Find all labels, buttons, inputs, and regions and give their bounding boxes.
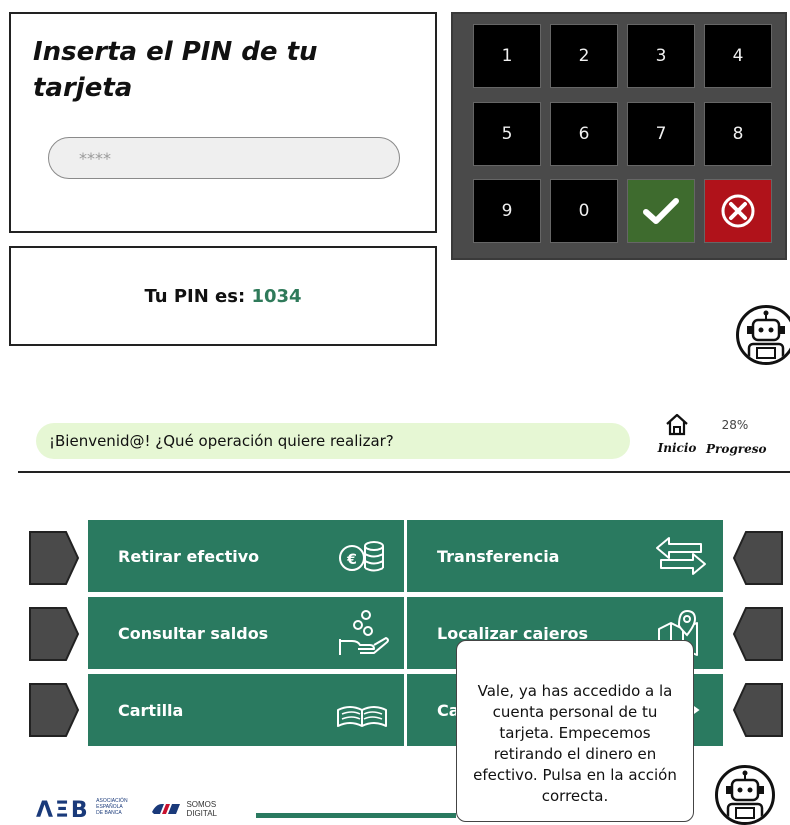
svg-text:€: € [346, 552, 357, 568]
key-5[interactable]: 5 [473, 102, 541, 166]
operation-transferencia[interactable]: Transferencia [407, 520, 723, 592]
header-divider [18, 471, 790, 473]
somos-label: SOMOS [186, 800, 217, 809]
somos-digital-logo: SOMOS DIGITAL [150, 800, 217, 818]
robot-assistant-avatar-bottom[interactable] [715, 765, 775, 825]
aeb-logo: ΛΞB ASOCIACIÓN ESPAÑOLA DE BANCA [36, 798, 128, 823]
home-label: Inicio [657, 441, 697, 455]
transfer-arrows-icon [656, 537, 706, 575]
side-button-left-1[interactable] [28, 530, 80, 586]
confirm-button[interactable] [627, 179, 695, 243]
pin-title: Inserta el PIN de tu tarjeta [33, 37, 318, 103]
side-button-right-2[interactable] [732, 606, 784, 662]
check-icon [643, 198, 679, 224]
footer-progress-bar [256, 813, 456, 818]
operation-label: Transferencia [437, 546, 560, 566]
operation-cartilla[interactable]: Cartilla [88, 674, 404, 746]
key-8[interactable]: 8 [704, 102, 772, 166]
key-4[interactable]: 4 [704, 24, 772, 88]
pin-info-panel: Tu PIN es: 1034 [9, 246, 437, 346]
side-button-left-2[interactable] [28, 606, 80, 662]
key-0[interactable]: 0 [550, 179, 618, 243]
key-9[interactable]: 9 [473, 179, 541, 243]
side-button-left-3[interactable] [28, 682, 80, 738]
operation-label: Consultar saldos [118, 623, 269, 643]
pin-info-value: 1034 [251, 286, 302, 307]
robot-icon [726, 770, 764, 822]
robot-icon [747, 310, 785, 362]
progress-value: 28% [721, 418, 749, 432]
welcome-message: ¡Bienvenid@! ¿Qué operación quiere reali… [36, 423, 630, 459]
aeb-logo-subtitle: ASOCIACIÓN ESPAÑOLA DE BANCA [96, 798, 127, 816]
home-button[interactable]: Inicio [656, 412, 698, 455]
cancel-button[interactable] [704, 179, 772, 243]
robot-assistant-avatar[interactable] [736, 305, 790, 365]
pin-keypad: 1 2 3 4 5 6 7 8 9 0 [451, 12, 787, 260]
aeb-logo-mark: ΛΞB [36, 798, 90, 823]
assistant-tooltip: Vale, ya has accedido a la cuenta person… [456, 640, 694, 822]
key-7[interactable]: 7 [627, 102, 695, 166]
pin-input[interactable] [48, 137, 400, 179]
pin-info-text: Tu PIN es: 1034 [11, 286, 435, 307]
cancel-icon [721, 194, 755, 228]
operation-label: Cartilla [118, 700, 184, 720]
somos-digital-text: SOMOS DIGITAL [186, 800, 217, 818]
operation-consultar-saldos[interactable]: Consultar saldos [88, 597, 404, 669]
progress-indicator: 28% Progreso [706, 418, 767, 456]
operation-label: Retirar efectivo [118, 546, 260, 566]
key-2[interactable]: 2 [550, 24, 618, 88]
somos-digital-mark [152, 804, 180, 814]
coins-euro-icon: € [339, 541, 384, 572]
home-icon [666, 413, 688, 436]
key-6[interactable]: 6 [550, 102, 618, 166]
open-book-icon [337, 706, 387, 727]
digital-label: DIGITAL [186, 809, 217, 818]
side-button-right-3[interactable] [732, 682, 784, 738]
key-1[interactable]: 1 [473, 24, 541, 88]
aeb-logo-sub-3: DE BANCA [96, 810, 122, 816]
pin-entry-panel: Inserta el PIN de tu tarjeta [9, 12, 437, 233]
side-button-right-1[interactable] [732, 530, 784, 586]
hand-coins-icon [339, 610, 389, 655]
progress-label: Progreso [706, 442, 767, 456]
operation-retirar-efectivo[interactable]: Retirar efectivo € [88, 520, 404, 592]
key-3[interactable]: 3 [627, 24, 695, 88]
pin-info-label: Tu PIN es: [144, 286, 246, 307]
